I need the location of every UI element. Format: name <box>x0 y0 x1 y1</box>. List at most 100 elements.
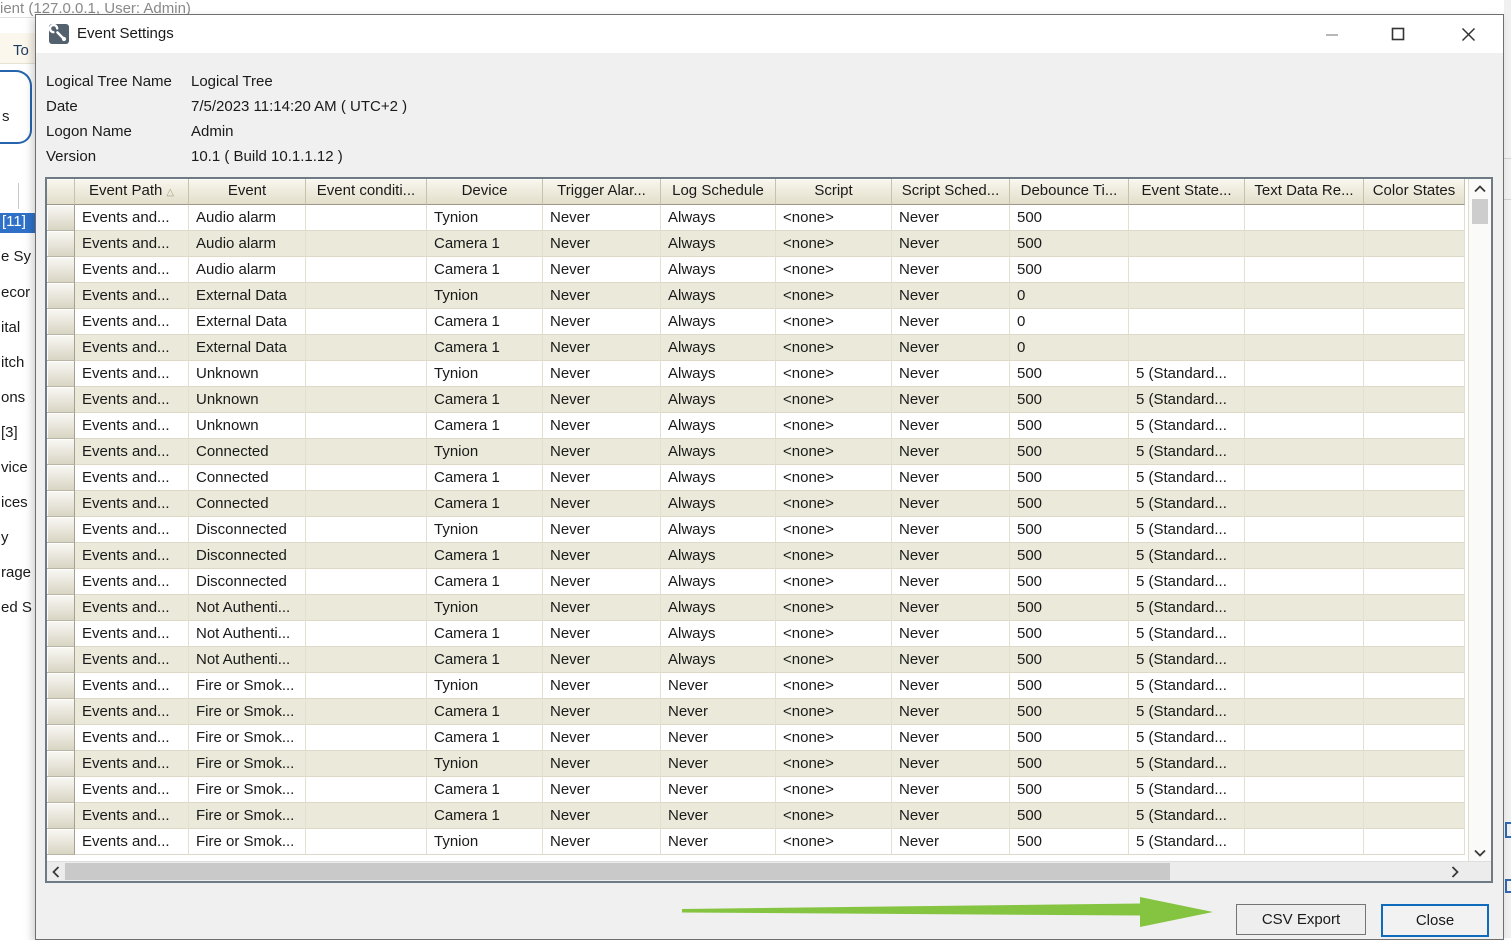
row-header-cell[interactable] <box>47 465 75 491</box>
table-cell[interactable] <box>1364 517 1465 543</box>
column-header[interactable]: Event Path△ <box>75 179 189 205</box>
table-cell[interactable] <box>1364 205 1465 231</box>
table-cell[interactable]: Tynion <box>427 595 543 621</box>
table-cell[interactable] <box>1364 699 1465 725</box>
table-cell[interactable]: 5 (Standard... <box>1129 439 1245 465</box>
table-cell[interactable]: 500 <box>1010 699 1129 725</box>
table-cell[interactable]: Not Authenti... <box>189 647 306 673</box>
table-cell[interactable]: Events and... <box>75 803 189 829</box>
table-cell[interactable]: Not Authenti... <box>189 595 306 621</box>
table-cell[interactable] <box>1245 829 1364 855</box>
table-cell[interactable] <box>1364 491 1465 517</box>
table-cell[interactable] <box>1364 725 1465 751</box>
table-cell[interactable]: Unknown <box>189 361 306 387</box>
table-cell[interactable]: Never <box>543 283 661 309</box>
table-cell[interactable]: Events and... <box>75 829 189 855</box>
table-cell[interactable]: Never <box>892 829 1010 855</box>
tree-item-fragment[interactable]: y <box>1 529 35 549</box>
table-cell[interactable]: Never <box>543 205 661 231</box>
row-header-cell[interactable] <box>47 803 75 829</box>
scroll-down-icon[interactable] <box>1469 844 1491 861</box>
table-cell[interactable]: <none> <box>776 465 892 491</box>
background-tab-fragment[interactable]: s <box>0 70 32 144</box>
row-header-cell[interactable] <box>47 621 75 647</box>
table-cell[interactable] <box>1129 309 1245 335</box>
table-cell[interactable] <box>1364 361 1465 387</box>
table-cell[interactable]: Never <box>661 673 776 699</box>
row-header-cell[interactable] <box>47 543 75 569</box>
table-cell[interactable] <box>306 517 427 543</box>
table-cell[interactable] <box>1364 803 1465 829</box>
table-cell[interactable]: Connected <box>189 465 306 491</box>
row-header-cell[interactable] <box>47 335 75 361</box>
table-cell[interactable]: Tynion <box>427 751 543 777</box>
table-cell[interactable]: <none> <box>776 283 892 309</box>
row-header-cell[interactable] <box>47 699 75 725</box>
table-cell[interactable] <box>306 673 427 699</box>
table-cell[interactable]: 5 (Standard... <box>1129 491 1245 517</box>
scroll-right-icon[interactable] <box>1447 862 1463 881</box>
table-cell[interactable]: 500 <box>1010 829 1129 855</box>
table-cell[interactable]: Audio alarm <box>189 205 306 231</box>
table-cell[interactable]: Never <box>892 803 1010 829</box>
table-cell[interactable]: 5 (Standard... <box>1129 465 1245 491</box>
table-cell[interactable] <box>1364 465 1465 491</box>
tree-item-fragment[interactable]: ecor <box>1 284 35 304</box>
csv-export-button[interactable]: CSV Export <box>1236 904 1366 935</box>
column-header[interactable]: Device <box>427 179 543 205</box>
table-cell[interactable]: Always <box>661 283 776 309</box>
table-cell[interactable]: Tynion <box>427 439 543 465</box>
table-cell[interactable]: External Data <box>189 335 306 361</box>
table-cell[interactable]: 5 (Standard... <box>1129 647 1245 673</box>
table-cell[interactable]: 500 <box>1010 621 1129 647</box>
table-cell[interactable]: Fire or Smok... <box>189 725 306 751</box>
table-cell[interactable] <box>1245 283 1364 309</box>
table-cell[interactable]: Always <box>661 231 776 257</box>
table-cell[interactable]: Never <box>892 569 1010 595</box>
table-cell[interactable]: Fire or Smok... <box>189 673 306 699</box>
table-cell[interactable]: 500 <box>1010 647 1129 673</box>
table-cell[interactable] <box>1245 439 1364 465</box>
table-cell[interactable] <box>1364 413 1465 439</box>
table-cell[interactable]: Events and... <box>75 699 189 725</box>
table-cell[interactable]: Events and... <box>75 257 189 283</box>
table-cell[interactable]: Never <box>543 621 661 647</box>
table-cell[interactable]: Never <box>543 361 661 387</box>
column-header[interactable]: Debounce Ti... <box>1010 179 1129 205</box>
table-cell[interactable] <box>306 595 427 621</box>
table-cell[interactable]: Never <box>543 413 661 439</box>
table-cell[interactable]: Events and... <box>75 309 189 335</box>
table-cell[interactable]: Fire or Smok... <box>189 751 306 777</box>
table-cell[interactable] <box>306 725 427 751</box>
table-cell[interactable]: Always <box>661 517 776 543</box>
table-cell[interactable] <box>1364 387 1465 413</box>
table-cell[interactable]: Always <box>661 361 776 387</box>
table-cell[interactable]: Events and... <box>75 569 189 595</box>
table-cell[interactable]: Unknown <box>189 387 306 413</box>
table-cell[interactable]: <none> <box>776 387 892 413</box>
table-cell[interactable]: Never <box>892 361 1010 387</box>
table-cell[interactable]: Fire or Smok... <box>189 803 306 829</box>
table-cell[interactable] <box>1245 725 1364 751</box>
row-header-cell[interactable] <box>47 595 75 621</box>
table-cell[interactable] <box>306 699 427 725</box>
column-header[interactable]: Event conditi... <box>306 179 427 205</box>
table-cell[interactable]: <none> <box>776 309 892 335</box>
table-cell[interactable]: Events and... <box>75 543 189 569</box>
table-cell[interactable] <box>306 283 427 309</box>
table-cell[interactable]: 5 (Standard... <box>1129 621 1245 647</box>
table-cell[interactable]: Never <box>543 803 661 829</box>
table-cell[interactable] <box>1245 231 1364 257</box>
table-cell[interactable] <box>1245 309 1364 335</box>
table-cell[interactable]: Camera 1 <box>427 621 543 647</box>
table-cell[interactable]: 500 <box>1010 491 1129 517</box>
table-cell[interactable]: <none> <box>776 647 892 673</box>
table-cell[interactable]: Events and... <box>75 465 189 491</box>
table-cell[interactable]: Camera 1 <box>427 335 543 361</box>
table-cell[interactable]: Always <box>661 647 776 673</box>
table-cell[interactable]: 0 <box>1010 283 1129 309</box>
table-cell[interactable] <box>1364 439 1465 465</box>
table-cell[interactable]: 500 <box>1010 725 1129 751</box>
table-cell[interactable]: <none> <box>776 725 892 751</box>
table-cell[interactable]: 500 <box>1010 413 1129 439</box>
